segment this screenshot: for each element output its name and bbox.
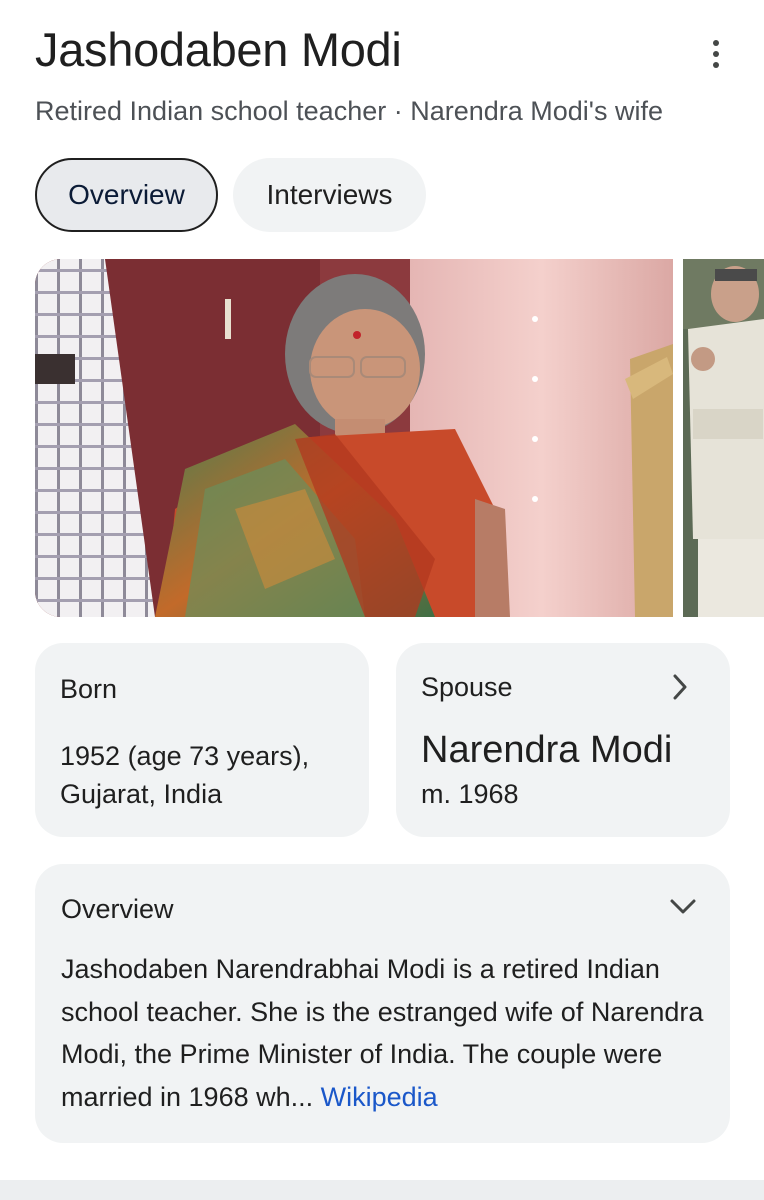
- born-line-2: Gujarat, India: [60, 779, 223, 809]
- spouse-label: Spouse: [421, 672, 513, 702]
- tab-interviews[interactable]: Interviews: [233, 158, 426, 232]
- tab-label: Interviews: [266, 179, 393, 210]
- chevron-right-icon: [665, 672, 695, 702]
- born-label: Born: [60, 674, 118, 704]
- page-subtitle: Retired Indian school teacher · Narendra…: [35, 96, 663, 126]
- wikipedia-link[interactable]: Wikipedia: [321, 1082, 438, 1112]
- secondary-photo[interactable]: [683, 259, 764, 617]
- spouse-card[interactable]: Spouse Narendra Modi m. 1968: [396, 643, 730, 837]
- spouse-name[interactable]: Narendra Modi: [421, 729, 672, 772]
- main-photo[interactable]: [35, 259, 673, 617]
- page-title: Jashodaben Modi: [35, 23, 402, 76]
- overview-label: Overview: [61, 894, 174, 924]
- chevron-down-icon[interactable]: [668, 892, 698, 922]
- more-vert-icon[interactable]: [696, 34, 736, 74]
- tab-label: Overview: [68, 179, 185, 210]
- born-card: Born 1952 (age 73 years), Gujarat, India: [35, 643, 369, 837]
- overview-card: Overview Jashodaben Narendrabhai Modi is…: [35, 864, 730, 1143]
- tab-overview[interactable]: Overview: [35, 158, 218, 232]
- spouse-married: m. 1968: [421, 779, 519, 809]
- born-line-1: 1952 (age 73 years),: [60, 741, 310, 771]
- bottom-divider: [0, 1180, 764, 1200]
- overview-description: Jashodaben Narendrabhai Modi is a retire…: [61, 948, 721, 1118]
